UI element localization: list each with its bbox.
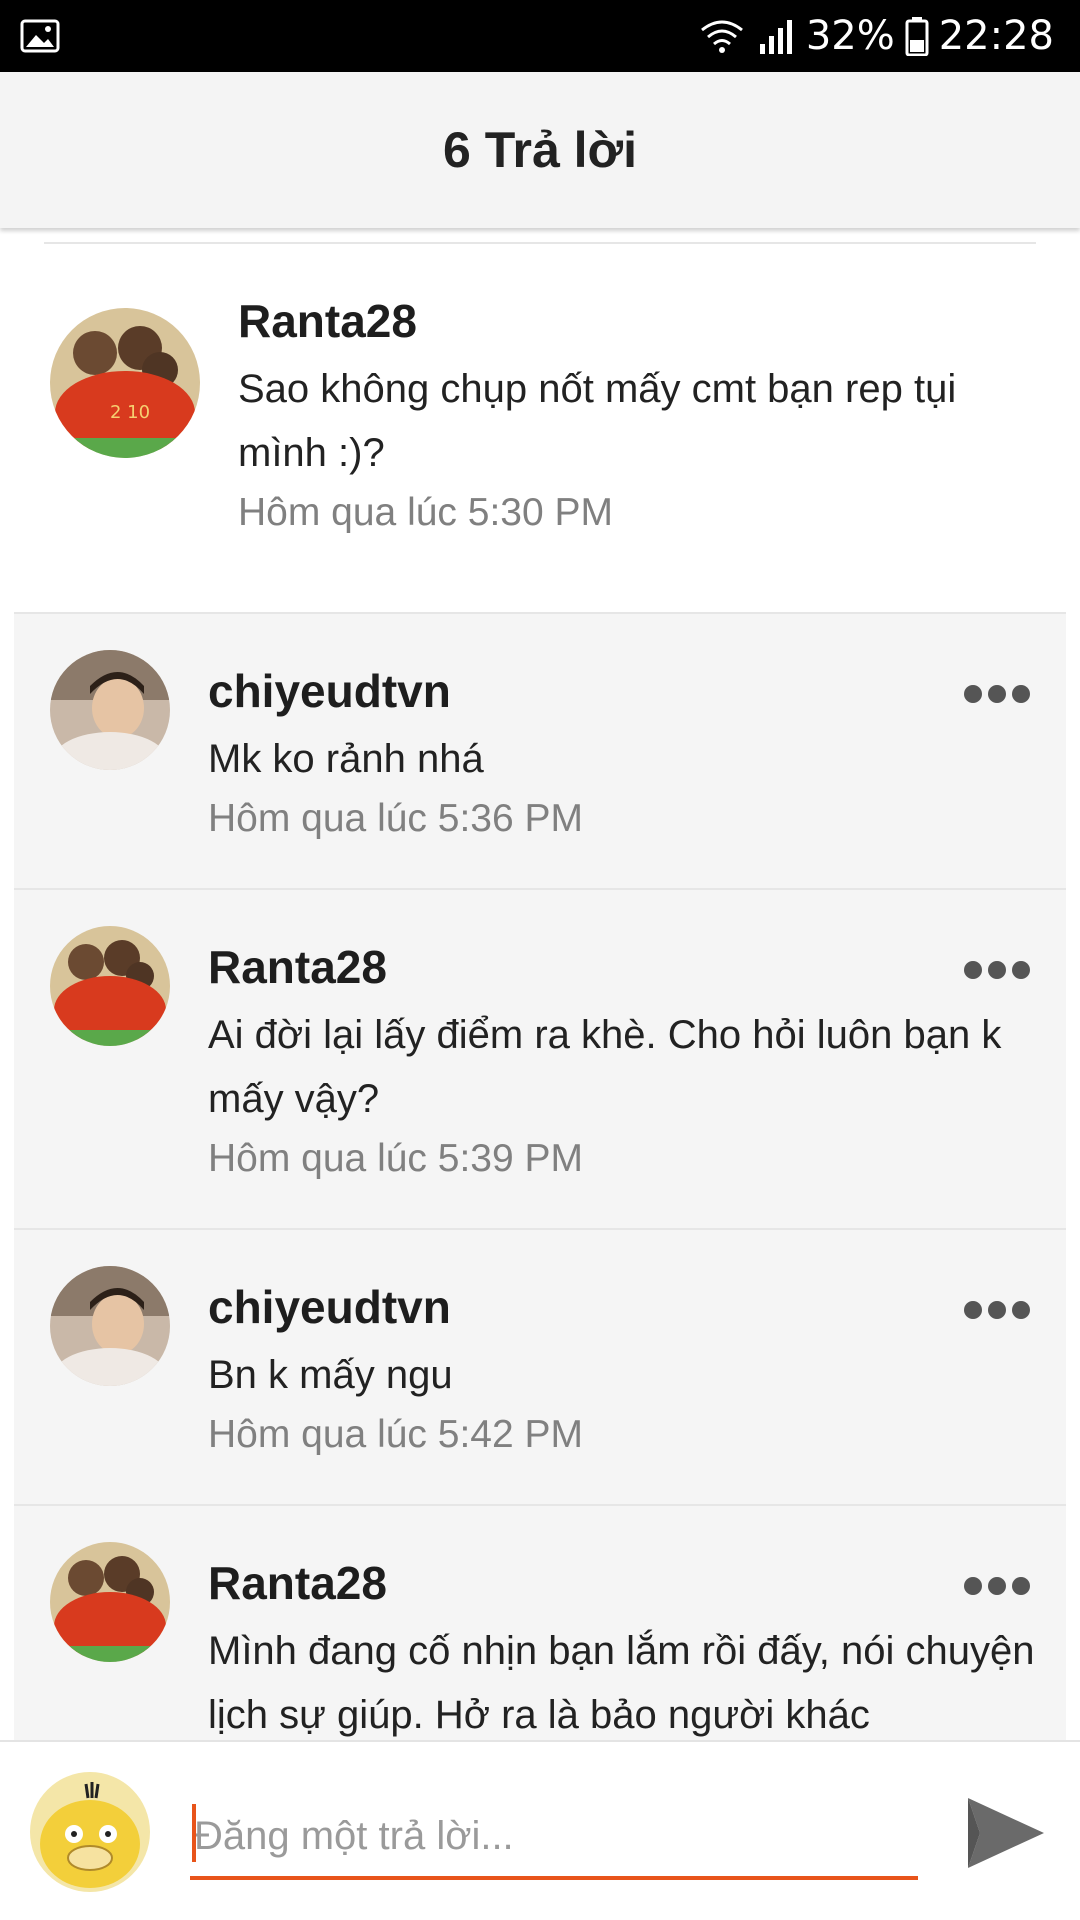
username[interactable]: Ranta28: [208, 1556, 1048, 1611]
more-options-icon[interactable]: [964, 1576, 1030, 1596]
replies: chiyeudtvn Mk ko rảnh nhá Hôm qua lúc 5:…: [14, 612, 1066, 1740]
username[interactable]: chiyeudtvn: [208, 1280, 1048, 1335]
more-options-icon[interactable]: [964, 684, 1030, 704]
text-caret: [192, 1804, 196, 1862]
comment-text: Mình đang cố nhịn bạn lắm rồi đấy, nói c…: [208, 1629, 1035, 1738]
list-item: chiyeudtvn Bn k mấy ngu Hôm qua lúc 5:42…: [14, 1228, 1066, 1504]
page-title: 6 Trả lời: [443, 122, 637, 178]
avatar[interactable]: [50, 926, 170, 1046]
avatar[interactable]: [50, 1266, 170, 1386]
image-icon: [20, 19, 60, 53]
signal-icon: [759, 20, 792, 54]
wifi-icon: [700, 20, 743, 53]
more-options-icon[interactable]: [964, 1300, 1030, 1320]
reply-input-wrapper: [190, 1800, 918, 1880]
list-item: Ranta28 Ai đời lại lấy điểm ra khè. Cho …: [14, 888, 1066, 1228]
clock: 22:28: [938, 13, 1054, 59]
avatar[interactable]: [50, 650, 170, 770]
timestamp: Hôm qua lúc 5:39 PM: [208, 1137, 584, 1181]
status-bar: 32% 22:28: [0, 0, 1080, 72]
comment-text: Bn k mấy ngu: [208, 1353, 453, 1398]
avatar[interactable]: 2 10: [50, 308, 200, 458]
username[interactable]: Ranta28: [208, 940, 1048, 995]
battery-icon: [905, 17, 929, 56]
comment-text: Ai đời lại lấy điểm ra khè. Cho hỏi luôn…: [208, 1013, 1002, 1122]
header: 6 Trả lời: [0, 72, 1080, 228]
timestamp: Hôm qua lúc 5:42 PM: [208, 1413, 584, 1457]
parent-comment: 2 10 Ranta28 Sao không chụp nốt mấy cmt …: [0, 244, 1080, 610]
comment-text: Sao không chụp nốt mấy cmt bạn rep tụi m…: [238, 367, 957, 476]
username[interactable]: chiyeudtvn: [208, 664, 1048, 719]
svg-text:2 10: 2 10: [110, 402, 150, 423]
send-icon[interactable]: [962, 1790, 1048, 1876]
list-item: chiyeudtvn Mk ko rảnh nhá Hôm qua lúc 5:…: [14, 612, 1066, 888]
comment-text: Mk ko rảnh nhá: [208, 737, 484, 782]
reply-input[interactable]: [190, 1800, 918, 1872]
timestamp: Hôm qua lúc 5:36 PM: [208, 797, 584, 841]
username[interactable]: Ranta28: [238, 294, 1038, 349]
list-item: Ranta28 Mình đang cố nhịn bạn lắm rồi đấ…: [14, 1504, 1066, 1740]
reply-list[interactable]: 2 10 Ranta28 Sao không chụp nốt mấy cmt …: [0, 228, 1080, 1740]
battery-percent: 32%: [805, 13, 895, 59]
avatar[interactable]: [50, 1542, 170, 1662]
reply-composer: [0, 1740, 1080, 1920]
avatar: [30, 1772, 150, 1892]
more-options-icon[interactable]: [964, 960, 1030, 980]
timestamp: Hôm qua lúc 5:30 PM: [238, 491, 614, 535]
